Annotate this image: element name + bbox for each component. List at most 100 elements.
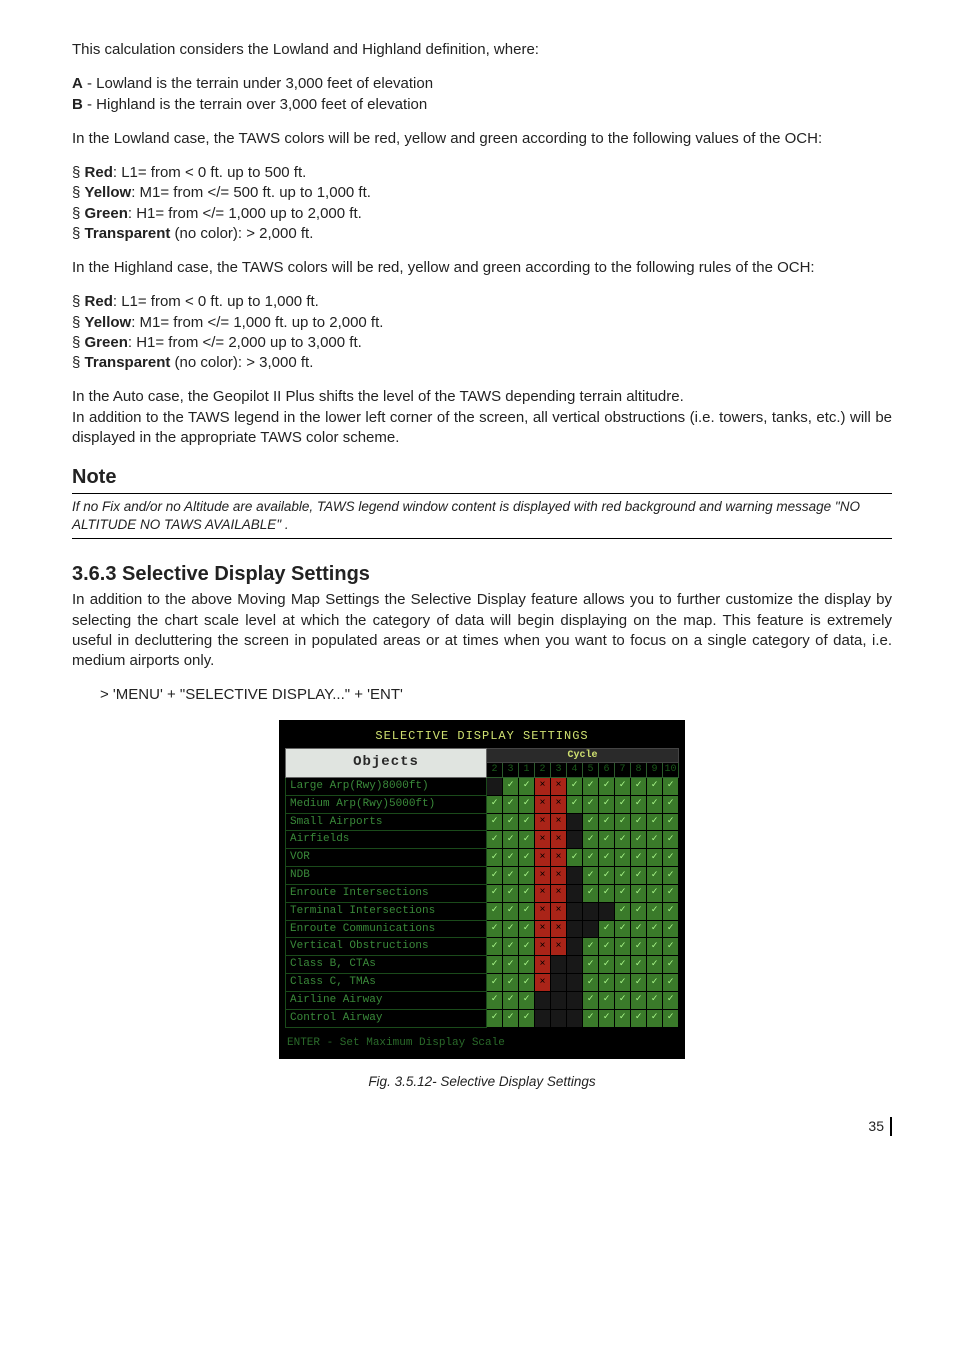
grid-cell: ✓ bbox=[647, 884, 663, 902]
page: This calculation considers the Lowland a… bbox=[12, 0, 942, 1166]
grid-cell: ✓ bbox=[567, 795, 583, 813]
grid-cell: ✓ bbox=[631, 974, 647, 992]
grid-cell bbox=[567, 902, 583, 920]
menu-sequence: > 'MENU' + "SELECTIVE DISPLAY..." + 'ENT… bbox=[100, 685, 892, 705]
grid-cell: × bbox=[551, 777, 567, 795]
grid-cell bbox=[551, 956, 567, 974]
lowland-red: § Red: L1= from < 0 ft. up to 500 ft. bbox=[72, 163, 892, 183]
row-label: Class B, CTAs bbox=[286, 956, 487, 974]
grid-cell: ✓ bbox=[487, 795, 503, 813]
grid-cell bbox=[567, 1009, 583, 1027]
grid-cell: ✓ bbox=[615, 831, 631, 849]
cycle-header: Cycle bbox=[487, 748, 679, 763]
grid-cell: × bbox=[535, 867, 551, 885]
grid-cell: ✓ bbox=[503, 795, 519, 813]
grid-cell: ✓ bbox=[583, 992, 599, 1010]
highland-list: § Red: L1= from < 0 ft. up to 1,000 ft. … bbox=[72, 292, 892, 373]
grid-cell: ✓ bbox=[487, 974, 503, 992]
def-a: A - Lowland is the terrain under 3,000 f… bbox=[72, 74, 892, 94]
scale-col-3: 3 bbox=[551, 763, 567, 778]
grid-cell: × bbox=[551, 849, 567, 867]
note-rule-top bbox=[72, 493, 892, 494]
scale-col-5: 5 bbox=[583, 763, 599, 778]
grid-cell: ✓ bbox=[647, 849, 663, 867]
scale-col-7: 7 bbox=[615, 763, 631, 778]
grid-cell: ✓ bbox=[503, 777, 519, 795]
grid-cell: × bbox=[551, 867, 567, 885]
grid-cell: ✓ bbox=[615, 1009, 631, 1027]
grid-cell bbox=[567, 831, 583, 849]
grid-cell bbox=[551, 992, 567, 1010]
grid-cell: ✓ bbox=[599, 849, 615, 867]
grid-cell: ✓ bbox=[663, 867, 679, 885]
grid-cell: × bbox=[535, 974, 551, 992]
grid-cell: ✓ bbox=[615, 884, 631, 902]
row-label: VOR bbox=[286, 849, 487, 867]
grid-cell: × bbox=[535, 902, 551, 920]
grid-cell: ✓ bbox=[615, 938, 631, 956]
grid-cell: ✓ bbox=[519, 1009, 535, 1027]
figure-caption: Fig. 3.5.12- Selective Display Settings bbox=[72, 1073, 892, 1091]
grid-cell: ✓ bbox=[583, 956, 599, 974]
grid-cell: ✓ bbox=[487, 1009, 503, 1027]
row-label: Small Airports bbox=[286, 813, 487, 831]
grid-cell: ✓ bbox=[631, 813, 647, 831]
grid-cell: ✓ bbox=[583, 1009, 599, 1027]
grid-cell bbox=[599, 902, 615, 920]
section-para: In addition to the above Moving Map Sett… bbox=[72, 590, 892, 671]
grid-cell bbox=[535, 992, 551, 1010]
grid-cell: ✓ bbox=[663, 920, 679, 938]
note-body: If no Fix and/or no Altitude are availab… bbox=[72, 498, 892, 534]
grid-cell: ✓ bbox=[647, 795, 663, 813]
grid-cell: ✓ bbox=[599, 920, 615, 938]
grid-cell bbox=[583, 902, 599, 920]
grid-cell bbox=[535, 1009, 551, 1027]
grid-cell: ✓ bbox=[503, 867, 519, 885]
grid-cell: ✓ bbox=[519, 867, 535, 885]
grid-cell: × bbox=[551, 831, 567, 849]
grid-cell: ✓ bbox=[663, 974, 679, 992]
grid-cell: × bbox=[535, 956, 551, 974]
grid-cell: ✓ bbox=[487, 813, 503, 831]
grid-cell: ✓ bbox=[503, 920, 519, 938]
grid-cell: ✓ bbox=[599, 777, 615, 795]
grid-cell: ✓ bbox=[503, 1009, 519, 1027]
figure-wrap: SELECTIVE DISPLAY SETTINGS Objects Cycle… bbox=[72, 720, 892, 1091]
grid-cell: ✓ bbox=[599, 992, 615, 1010]
grid-cell: ✓ bbox=[599, 795, 615, 813]
grid-cell: ✓ bbox=[615, 956, 631, 974]
grid-cell: ✓ bbox=[647, 938, 663, 956]
grid-cell: ✓ bbox=[583, 831, 599, 849]
grid-cell: × bbox=[551, 902, 567, 920]
auto-case-para: In the Auto case, the Geopilot II Plus s… bbox=[72, 387, 892, 407]
grid-cell: × bbox=[535, 813, 551, 831]
lowland-list: § Red: L1= from < 0 ft. up to 500 ft. § … bbox=[72, 163, 892, 244]
grid-cell: ✓ bbox=[615, 849, 631, 867]
lowland-green: § Green: H1= from </= 1,000 up to 2,000 … bbox=[72, 204, 892, 224]
grid-cell: ✓ bbox=[583, 813, 599, 831]
page-number: 35 bbox=[72, 1117, 892, 1136]
grid-cell: × bbox=[551, 884, 567, 902]
grid-cell: ✓ bbox=[519, 902, 535, 920]
grid-cell: ✓ bbox=[503, 884, 519, 902]
grid-cell: × bbox=[535, 884, 551, 902]
grid-cell: ✓ bbox=[647, 1009, 663, 1027]
row-label: Airfields bbox=[286, 831, 487, 849]
grid-cell: ✓ bbox=[663, 956, 679, 974]
objects-header: Objects bbox=[286, 748, 487, 777]
grid-cell: ✓ bbox=[615, 867, 631, 885]
section-heading: 3.6.3 Selective Display Settings bbox=[72, 561, 892, 588]
grid-cell: ✓ bbox=[487, 956, 503, 974]
grid-cell: ✓ bbox=[631, 867, 647, 885]
grid-cell: ✓ bbox=[615, 777, 631, 795]
note-rule-bottom bbox=[72, 538, 892, 539]
grid-cell: ✓ bbox=[615, 795, 631, 813]
grid-cell: ✓ bbox=[519, 938, 535, 956]
grid-cell: ✓ bbox=[631, 920, 647, 938]
grid-cell: ✓ bbox=[599, 884, 615, 902]
highland-yellow: § Yellow: M1= from </= 1,000 ft. up to 2… bbox=[72, 313, 892, 333]
grid-cell: ✓ bbox=[647, 777, 663, 795]
grid-cell: ✓ bbox=[647, 867, 663, 885]
grid-cell: ✓ bbox=[615, 813, 631, 831]
grid-cell: ✓ bbox=[615, 902, 631, 920]
